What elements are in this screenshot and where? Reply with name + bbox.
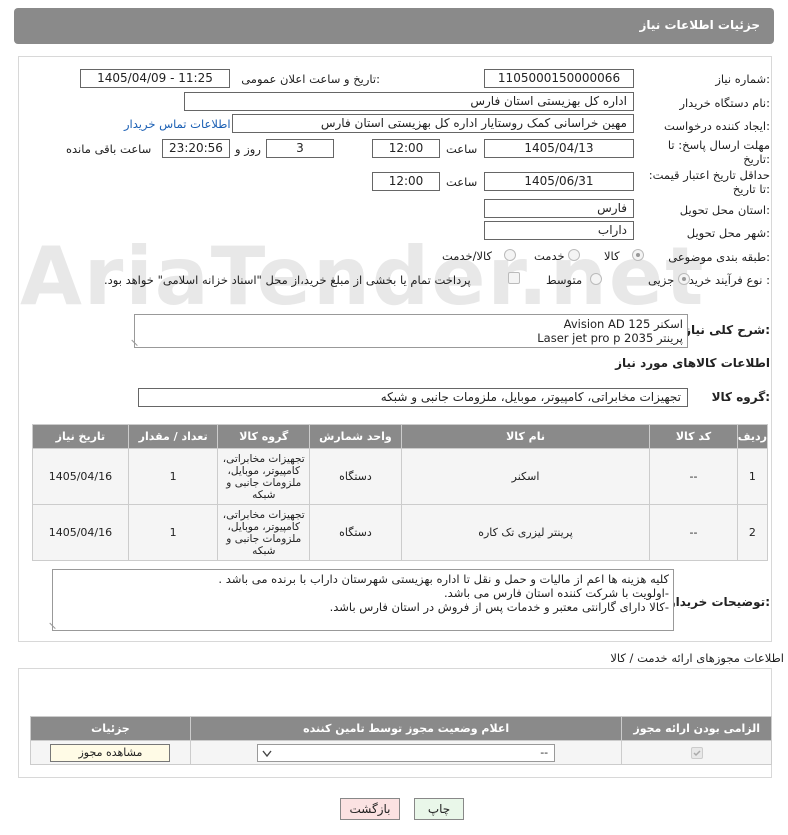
license-status-value: --: [540, 745, 549, 759]
col-license-details: جزئیات: [30, 716, 191, 741]
buyer-org-label: نام دستگاه خریدار:: [679, 96, 770, 110]
creator-label: ایجاد کننده درخواست:: [664, 119, 770, 133]
validity-time-field: 12:00: [372, 172, 440, 191]
remaining-label: ساعت باقی مانده: [66, 142, 152, 156]
announce-field: 1405/04/09 - 11:25: [80, 69, 230, 88]
col-code: کد کالا: [649, 424, 738, 449]
goods-table: ردیف کد کالا نام کالا واحد شمارش گروه کا…: [32, 424, 769, 561]
province-field: فارس: [484, 199, 634, 218]
col-date: تاریخ نیاز: [32, 424, 129, 449]
description-textarea[interactable]: اسکنر Avision AD 125 پرینتر Laser jet pr…: [131, 314, 688, 348]
col-group: گروه کالا: [217, 424, 311, 449]
days-label: روز و: [235, 142, 261, 156]
table-row: 2 -- پرینتر لیزری تک کاره دستگاه تجهیزات…: [32, 504, 769, 561]
category-goods-radio[interactable]: [632, 249, 644, 261]
process-medium-radio[interactable]: [590, 273, 602, 285]
treasury-payment-checkbox[interactable]: [508, 272, 520, 284]
process-label: نوع فرآیند خرید :: [688, 273, 770, 287]
license-section-title: اطلاعات مجوزهای ارائه خدمت / کالا: [610, 651, 784, 665]
deadline-label: مهلت ارسال پاسخ: تا تاریخ:: [667, 138, 770, 166]
buyer-org-field: اداره کل بهزیستی استان فارس: [184, 92, 634, 111]
col-name: نام کالا: [400, 424, 651, 449]
validity-label: حداقل تاریخ اعتبار قیمت: تا تاریخ:: [648, 168, 770, 196]
cell-date: 1405/04/16: [32, 504, 129, 561]
table-row: 1 -- اسکنر دستگاه تجهیزات مخابراتی، کامپ…: [32, 448, 769, 505]
process-minor-radio[interactable]: [678, 273, 690, 285]
col-unit: واحد شمارش: [309, 424, 402, 449]
cell-group: تجهیزات مخابراتی، کامپیوتر، موبایل، ملزو…: [217, 504, 311, 561]
category-goods-label: کالا: [604, 249, 620, 263]
category-label: طبقه بندی موضوعی:: [668, 250, 770, 264]
cell-name: پرینتر لیزری تک کاره: [400, 504, 651, 561]
license-status-select[interactable]: --: [257, 743, 556, 762]
process-minor-label: جزیی: [648, 273, 675, 287]
buyer-notes-label: توضیحات خریدار:: [668, 595, 770, 609]
check-icon: [693, 750, 701, 757]
cell-code: --: [649, 448, 738, 505]
buyer-notes-line-2: -اولویت با شرکت کننده استان فارس می باشد…: [444, 586, 669, 600]
days-field: 3: [266, 139, 334, 158]
cell-name: اسکنر: [400, 448, 651, 505]
city-label: شهر محل تحویل:: [686, 226, 770, 240]
cell-code: --: [649, 504, 738, 561]
category-both-label: کالا/خدمت: [442, 249, 493, 263]
description-line-1: اسکنر Avision AD 125: [563, 317, 683, 331]
license-required-checkbox: [690, 747, 703, 759]
goods-group-field: تجهیزات مخابراتی، کامپیوتر، موبایل، ملزو…: [138, 388, 688, 407]
cell-unit: دستگاه: [309, 504, 402, 561]
license-table: الزامی بودن ارائه مجوز اعلام وضعیت مجوز …: [30, 716, 772, 765]
cell-qty: 1: [127, 448, 219, 505]
buyer-notes-line-1: کلیه هزینه ها اعم از مالیات و حمل و نقل …: [218, 572, 669, 586]
announce-label: تاریخ و ساعت اعلان عمومی:: [241, 72, 380, 86]
contact-info-link[interactable]: اطلاعات تماس خریدار: [124, 117, 231, 131]
cell-unit: دستگاه: [309, 448, 402, 505]
process-medium-label: متوسط: [546, 273, 583, 287]
resize-grip-icon[interactable]: [49, 617, 61, 629]
need-number-label: شماره نیاز:: [715, 72, 770, 86]
cell-group: تجهیزات مخابراتی، کامپیوتر، موبایل، ملزو…: [217, 448, 311, 505]
category-service-radio[interactable]: [568, 249, 580, 261]
description-label: شرح کلی نیاز:: [684, 323, 770, 337]
cell-qty: 1: [127, 504, 219, 561]
goods-info-title: اطلاعات کالاهای مورد نیاز: [615, 356, 770, 370]
page-title: جزئیات اطلاعات نیاز: [14, 8, 774, 44]
need-number-field: 1105000150000066: [484, 69, 634, 88]
province-label: استان محل تحویل:: [679, 203, 770, 217]
deadline-time-field: 12:00: [372, 139, 440, 158]
remaining-time-field: 23:20:56: [162, 139, 230, 158]
cell-date: 1405/04/16: [32, 448, 129, 505]
category-service-label: خدمت: [534, 249, 565, 263]
view-license-button[interactable]: مشاهده مجوز: [50, 743, 171, 762]
goods-group-label: گروه کالا:: [711, 390, 770, 404]
chevron-down-icon: [262, 750, 272, 757]
creator-field: مهین خراسانی کمک روستایار اداره کل بهزیس…: [232, 114, 634, 133]
cell-row: 2: [736, 504, 769, 561]
print-button[interactable]: چاپ: [414, 798, 464, 820]
deadline-date-field: 1405/04/13: [484, 139, 634, 158]
city-field: داراب: [484, 221, 634, 240]
cell-row: 1: [736, 448, 769, 505]
col-license-status: اعلام وضعیت مجوز توسط تامین کننده: [189, 716, 623, 741]
back-button[interactable]: بازگشت: [340, 798, 400, 820]
table-row: -- مشاهده مجوز: [30, 740, 772, 765]
col-row: ردیف: [736, 424, 769, 449]
col-license-required: الزامی بودن ارائه مجوز: [621, 716, 772, 741]
treasury-payment-note: پرداخت تمام یا بخشی از مبلغ خرید،از محل …: [104, 273, 471, 287]
description-line-2: پرینتر Laser jet pro p 2035: [537, 331, 683, 345]
col-qty: تعداد / مقدار: [127, 424, 219, 449]
buyer-notes-textarea[interactable]: کلیه هزینه ها اعم از مالیات و حمل و نقل …: [49, 569, 674, 631]
buyer-notes-line-3: -کالا دارای گارانتی معتبر و خدمات پس از …: [329, 600, 669, 614]
validity-time-label: ساعت: [446, 175, 478, 189]
deadline-time-label: ساعت: [446, 142, 478, 156]
validity-date-field: 1405/06/31: [484, 172, 634, 191]
category-both-radio[interactable]: [504, 249, 516, 261]
